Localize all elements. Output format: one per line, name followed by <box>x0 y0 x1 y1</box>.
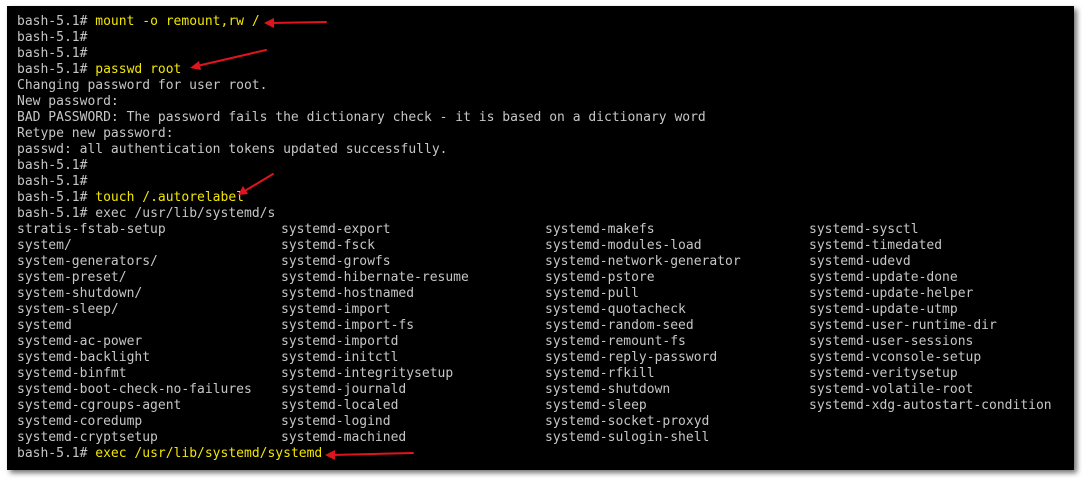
completion-entry: systemd-initctl <box>281 350 399 365</box>
completion-entry: systemd-vconsole-setup <box>809 350 982 365</box>
completion-entry: systemd-journald <box>281 382 407 397</box>
completion-row: systemd-backlight systemd-initctl systemd-… <box>17 350 1067 366</box>
completion-entry: systemd-update-helper <box>809 286 974 301</box>
completion-entry: systemd-machined <box>281 430 407 445</box>
completion-entry: system/ <box>17 238 72 253</box>
prompt: bash-5.1# <box>17 62 96 77</box>
prompt: bash-5.1# <box>17 446 96 461</box>
completion-entry: systemd-hostnamed <box>281 286 415 301</box>
completion-row: stratis-fstab-setup systemd-export systemd… <box>17 222 1067 238</box>
completion-entry: system-preset/ <box>17 270 127 285</box>
completion-entry: systemd-shutdown <box>545 382 671 397</box>
completion-entry: systemd-sleep <box>545 398 647 413</box>
prompt: bash-5.1# <box>17 174 88 189</box>
completion-entry: systemd-veritysetup <box>809 366 958 381</box>
prompt: bash-5.1# <box>17 158 88 173</box>
output-line: Retype new password: <box>17 126 174 141</box>
completion-entry: systemd-socket-proxyd <box>545 414 710 429</box>
command-touch: touch /.autorelabel <box>95 190 244 205</box>
completion-entry: systemd-ac-power <box>17 334 143 349</box>
completion-entry: systemd-update-done <box>809 270 958 285</box>
completion-entry: systemd-importd <box>281 334 399 349</box>
prompt: bash-5.1# <box>17 14 96 29</box>
completion-entry: systemd-boot-check-no-failures <box>17 382 252 397</box>
terminal-window[interactable]: bash-5.1# mount -o remount,rw / bash-5.1… <box>7 6 1074 470</box>
completion-entry: systemd-import <box>281 302 391 317</box>
prompt-line: bash-5.1# <box>17 46 87 62</box>
command-exec-systemd: exec /usr/lib/systemd/systemd <box>95 446 323 461</box>
completion-row: system-shutdown/systemd-hostnamed systemd… <box>17 286 1067 302</box>
completion-entry: systemd-pstore <box>545 270 655 285</box>
completion-entry: systemd-reply-password <box>545 350 718 365</box>
completion-entry: systemd <box>17 318 72 333</box>
prompt-line-mount: bash-5.1# mount -o remount,rw / <box>17 14 260 30</box>
completion-entry: system-generators/ <box>17 254 158 269</box>
output-line: BAD PASSWORD: The password fails the dic… <box>17 110 706 125</box>
completion-entry: stratis-fstab-setup <box>17 222 166 237</box>
prompt-line-passwd: bash-5.1# passwd root <box>17 62 181 78</box>
completion-entry: systemd-binfmt <box>17 366 127 381</box>
completion-entry: systemd-coredump <box>17 414 143 429</box>
prompt: bash-5.1# <box>17 46 88 61</box>
completion-row: system-sleep/systemd-import systemd-quota… <box>17 302 1067 318</box>
prompt-line-touch: bash-5.1# touch /.autorelabel <box>17 190 244 206</box>
completion-entry: systemd-quotacheck <box>545 302 686 317</box>
completion-row: system-preset/systemd-hibernate-resume sy… <box>17 270 1067 286</box>
completion-entry: system-sleep/ <box>17 302 119 317</box>
completion-entry: systemd-update-utmp <box>809 302 958 317</box>
prompt-line: bash-5.1# <box>17 158 87 174</box>
completion-entry: systemd-random-seed <box>545 318 694 333</box>
completion-entry: systemd-user-runtime-dir <box>809 318 997 333</box>
completion-entry: systemd-backlight <box>17 350 151 365</box>
prompt-line-exec-systemd: bash-5.1# exec /usr/lib/systemd/systemd <box>17 446 322 462</box>
completion-row: system-generators/systemd-growfs systemd-… <box>17 254 1067 270</box>
completion-entry: systemd-pull <box>545 286 639 301</box>
prompt-line: bash-5.1# <box>17 174 87 190</box>
output-line: Changing password for user root. <box>17 78 268 93</box>
output-line: passwd: all authentication tokens update… <box>17 142 448 157</box>
completion-row: systemd-boot-check-no-failures systemd-jo… <box>17 382 1067 398</box>
completion-row: systemd systemd-import-fs systemd-random-s… <box>17 318 1067 334</box>
prompt: bash-5.1# <box>17 206 96 221</box>
command-mount: mount -o remount,rw / <box>95 14 260 29</box>
completion-entry: systemd-cryptsetup <box>17 430 158 445</box>
output-line: New password: <box>17 94 119 109</box>
completion-entry: systemd-volatile-root <box>809 382 974 397</box>
completion-entry: systemd-integritysetup <box>281 366 454 381</box>
prompt: bash-5.1# <box>17 30 88 45</box>
completion-entry: systemd-growfs <box>281 254 391 269</box>
completion-entry: systemd-xdg-autostart-condition <box>809 398 1052 413</box>
completion-row: systemd-ac-power systemd-importd systemd-r… <box>17 334 1067 350</box>
completion-row: system/systemd-fsck systemd-modules-load s… <box>17 238 1067 254</box>
partial-command: exec /usr/lib/systemd/s <box>95 206 276 221</box>
completion-entry: systemd-export <box>281 222 391 237</box>
prompt-line: bash-5.1# <box>17 30 87 46</box>
completion-entry: systemd-sulogin-shell <box>545 430 710 445</box>
completion-entry: systemd-rfkill <box>545 366 655 381</box>
completion-entry: systemd-logind <box>281 414 391 429</box>
completion-entry: systemd-fsck <box>281 238 375 253</box>
completion-row: systemd-cgroups-agent systemd-localed syst… <box>17 398 1067 414</box>
completion-entry: systemd-udevd <box>809 254 911 269</box>
completion-entry: systemd-timedated <box>809 238 943 253</box>
completion-row: systemd-coredump systemd-logind systemd-so… <box>17 414 1067 430</box>
completion-entry: systemd-localed <box>281 398 399 413</box>
completion-entry: systemd-cgroups-agent <box>17 398 182 413</box>
completion-entry: system-shutdown/ <box>17 286 143 301</box>
completion-entry: systemd-makefs <box>545 222 655 237</box>
completion-row: systemd-binfmt systemd-integritysetup syst… <box>17 366 1067 382</box>
completion-entry: systemd-modules-load <box>545 238 702 253</box>
completion-entry: systemd-network-generator <box>545 254 741 269</box>
completion-entry: systemd-remount-fs <box>545 334 686 349</box>
completion-entry: systemd-import-fs <box>281 318 415 333</box>
completion-row: systemd-cryptsetup systemd-machined system… <box>17 430 1067 446</box>
completion-entry: systemd-hibernate-resume <box>281 270 469 285</box>
completion-entry: systemd-user-sessions <box>809 334 974 349</box>
prompt-line-exec-partial: bash-5.1# exec /usr/lib/systemd/s <box>17 206 275 222</box>
prompt: bash-5.1# <box>17 190 96 205</box>
completion-entry: systemd-sysctl <box>809 222 919 237</box>
command-passwd: passwd root <box>95 62 182 77</box>
